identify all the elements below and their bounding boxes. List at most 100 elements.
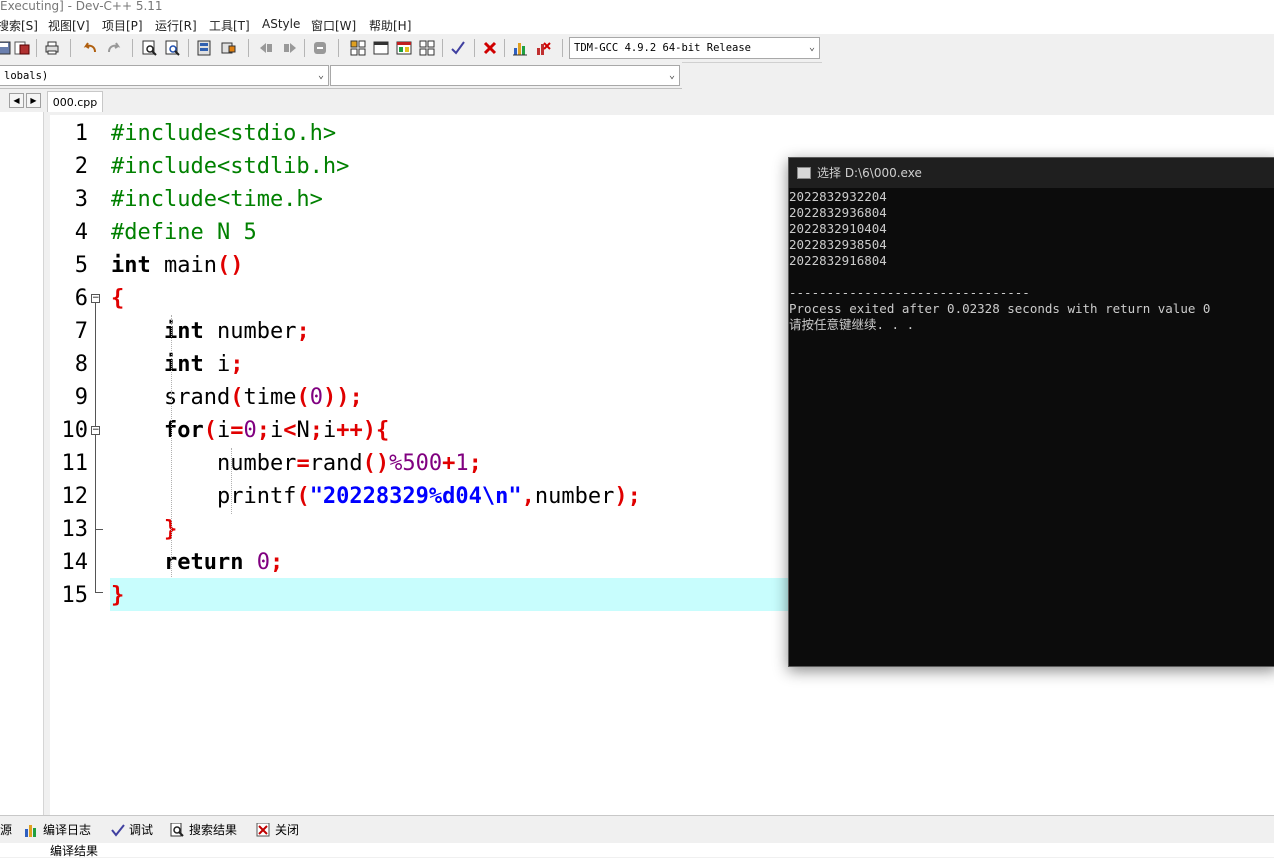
code-token: for (163, 418, 204, 443)
code-token: int (163, 319, 204, 344)
code-line: for(i=0;i<N;i++){ (111, 414, 389, 447)
menu-project[interactable]: 项目[P] (102, 17, 143, 34)
menu-astyle[interactable]: AStyle (262, 17, 300, 31)
indent-icon[interactable] (256, 38, 276, 58)
chevron-down-icon: ⌄ (317, 70, 324, 81)
check-icon (111, 824, 125, 837)
compiler-select[interactable]: TDM-GCC 4.9.2 64-bit Release ⌄ (569, 37, 820, 59)
class-browser-icon[interactable] (394, 38, 414, 58)
toolbar-separator (504, 39, 505, 57)
console-window[interactable]: 选择 D:\6\000.exe 2022832932204 20228329368… (788, 157, 1274, 667)
tab-close-label: 关闭 (275, 823, 300, 837)
code-token: #include<time.h> (111, 187, 323, 212)
toolbar: TDM-GCC 4.9.2 64-bit Release ⌄ (0, 34, 822, 63)
code-token: #include<stdio.h> (111, 121, 337, 146)
close-file-icon[interactable] (12, 38, 32, 58)
code-token: ( (296, 385, 310, 410)
find-icon (170, 823, 184, 837)
menu-help[interactable]: 帮助[H] (369, 17, 411, 34)
code-token: i (269, 418, 284, 443)
tab-scroll-left-icon[interactable]: ◀ (9, 93, 24, 108)
menu-run[interactable]: 运行[R] (155, 17, 197, 34)
line-number: 5 (74, 253, 88, 278)
print-icon[interactable] (42, 38, 62, 58)
tab-close[interactable]: 关闭 (256, 820, 299, 840)
stop-icon[interactable] (480, 38, 500, 58)
code-token: #define N 5 (111, 220, 257, 245)
menu-tools[interactable]: 工具[T] (209, 17, 250, 34)
code-line: int main() (111, 249, 243, 282)
tab-file-label: 000.cpp (52, 95, 98, 109)
chevron-down-icon: ⌄ (808, 42, 815, 53)
code-token: () (216, 253, 244, 278)
tab-resources[interactable]: 源 (0, 820, 12, 840)
code-token: number (534, 484, 615, 509)
unindent-icon[interactable] (280, 38, 300, 58)
window-icon[interactable] (371, 38, 391, 58)
menu-search[interactable]: 搜索[S] (0, 17, 38, 34)
replace-icon[interactable] (163, 38, 183, 58)
code-token: 0 (243, 418, 257, 443)
line-number: 8 (74, 352, 88, 377)
indent-guide (171, 315, 172, 577)
chart-icon (25, 825, 36, 837)
tab-resources-label: 源 (0, 823, 13, 837)
tab-scroll-right-icon[interactable]: ▶ (26, 93, 41, 108)
code-token: #include<stdlib.h> (111, 154, 350, 179)
run-icon[interactable] (218, 38, 238, 58)
code-line: return 0; (111, 546, 283, 579)
line-number: 2 (74, 154, 88, 179)
check-syntax-icon[interactable] (448, 38, 468, 58)
code-token: () (362, 451, 390, 476)
tab-compile-log[interactable]: 编译日志 (24, 820, 91, 840)
chart-icon[interactable] (510, 38, 530, 58)
console-title-bar[interactable]: 选择 D:\6\000.exe (789, 158, 1274, 188)
class-select[interactable]: lobals) ⌄ (0, 65, 329, 86)
console-line: 2022832938504 (789, 237, 887, 252)
menu-window[interactable]: 窗口[W] (311, 17, 356, 34)
tab-search-results[interactable]: 搜索结果 (170, 820, 237, 840)
code-token: 0 (256, 550, 270, 575)
member-select[interactable]: ⌄ (330, 65, 680, 86)
toolbar-separator (338, 39, 339, 57)
fold-toggle-icon[interactable]: − (91, 426, 100, 435)
editor-tab-bar: ◀ ▶ 000.cpp (0, 90, 1274, 112)
new-project-icon[interactable] (348, 38, 368, 58)
toolbar-separator (304, 39, 305, 57)
fold-line (95, 303, 96, 592)
line-number: 10 (61, 418, 89, 443)
tab-search-results-label: 搜索结果 (189, 823, 238, 837)
class-select-value: lobals) (4, 70, 49, 82)
line-number: 3 (74, 187, 88, 212)
fold-toggle-icon[interactable]: − (91, 294, 100, 303)
line-number: 12 (61, 484, 89, 509)
code-token: { (111, 286, 125, 311)
console-line: -------------------------------- (789, 285, 1030, 300)
code-token: 0 (309, 385, 323, 410)
redo-icon[interactable] (104, 38, 124, 58)
tab-debug[interactable]: 调试 (110, 820, 153, 840)
compile-log-panel: 编译结果 (0, 843, 1274, 857)
code-line: #define N 5 (111, 216, 257, 249)
undo-icon[interactable] (80, 38, 100, 58)
code-token: ; (309, 418, 323, 443)
code-token: ; (468, 451, 482, 476)
menu-view[interactable]: 视图[V] (48, 17, 90, 34)
profile-delete-icon[interactable] (533, 38, 553, 58)
compile-icon[interactable] (194, 38, 214, 58)
tab-compile-log-label: 编译日志 (43, 823, 92, 837)
options-icon[interactable] (417, 38, 437, 58)
tab-file[interactable]: 000.cpp (47, 91, 103, 112)
code-line: } (111, 513, 177, 546)
find-icon[interactable] (140, 38, 160, 58)
compile-results-label: 编译结果 (50, 844, 99, 858)
console-line: 2022832910404 (789, 221, 887, 236)
code-line: { (111, 282, 124, 315)
toolbar-separator (132, 39, 133, 57)
toggle-comment-icon[interactable] (310, 38, 330, 58)
